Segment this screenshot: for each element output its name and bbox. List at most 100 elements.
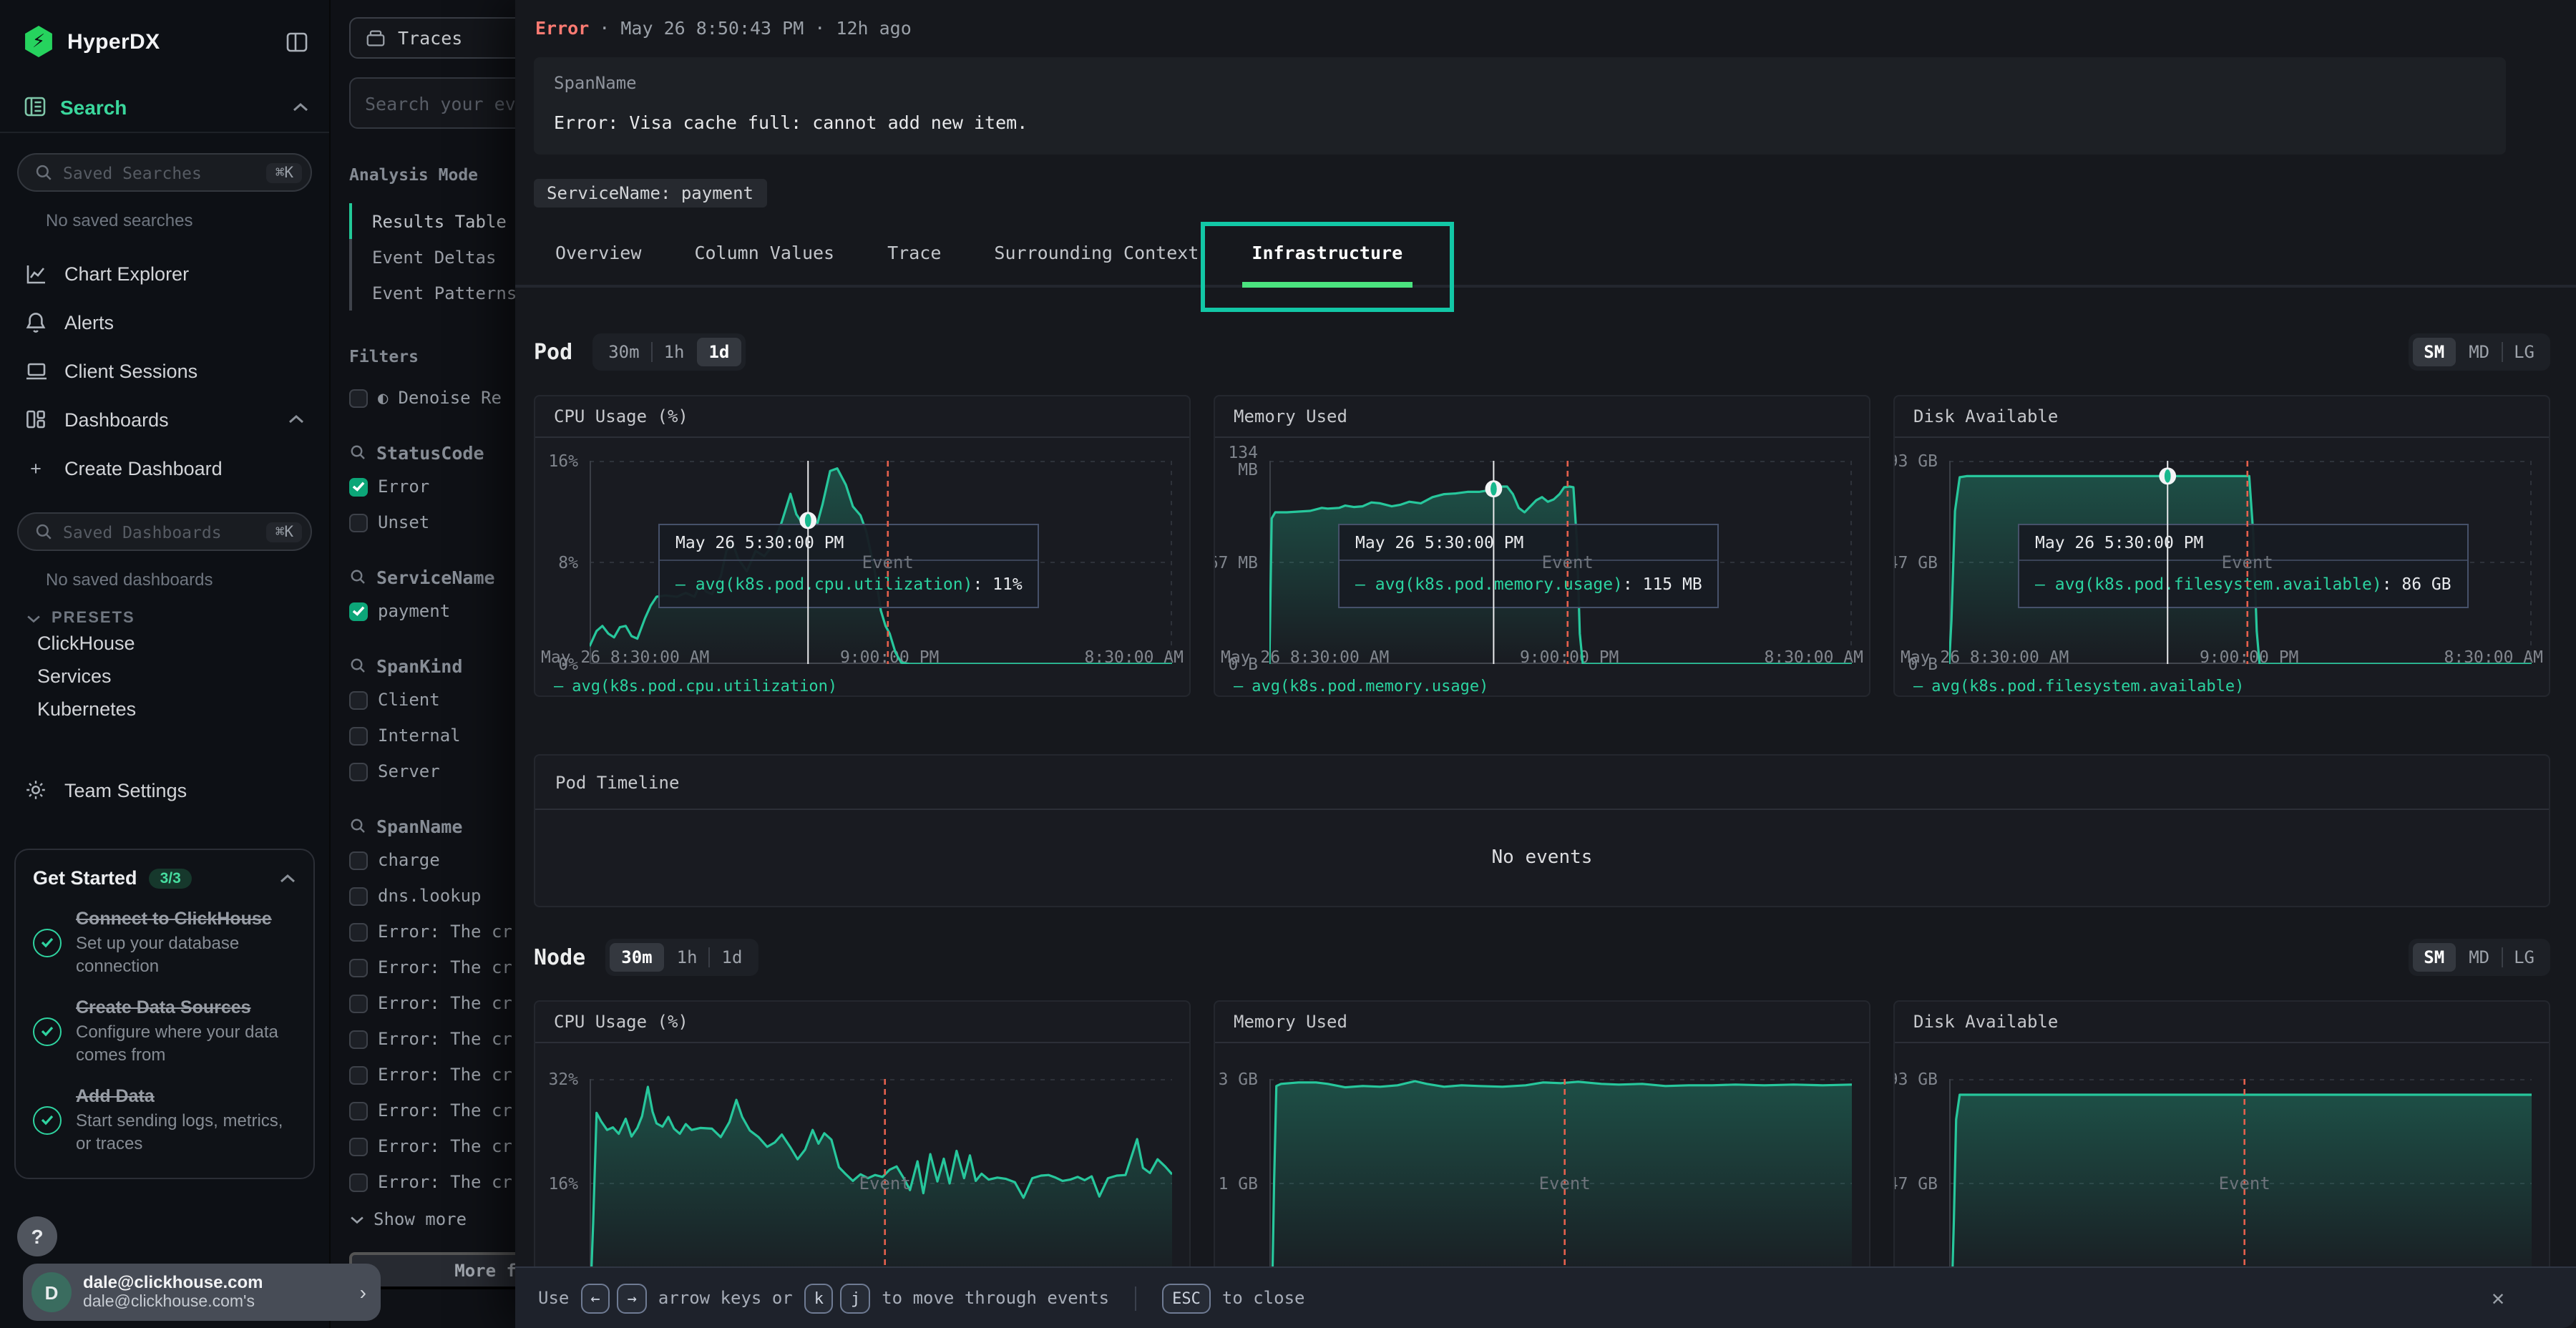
- chart-line-icon: [23, 261, 49, 285]
- checkbox-unchecked: [349, 690, 368, 709]
- legend-series-name: avg(k8s.pod.cpu.utilization): [572, 677, 837, 695]
- chart-plot-area[interactable]: Event: [1949, 1079, 2532, 1288]
- service-name-tag[interactable]: ServiceName: payment: [534, 179, 766, 208]
- tooltip-series-name: avg(k8s.pod.memory.usage): [1375, 574, 1623, 594]
- chart-title: CPU Usage (%): [535, 396, 1189, 438]
- y-tick-label: 1 GB: [1219, 1175, 1258, 1192]
- tab-column-values[interactable]: Column Values: [694, 220, 834, 285]
- legend-series-name: avg(k8s.pod.memory.usage): [1252, 677, 1488, 695]
- chart-plot-area[interactable]: May 26 5:30:00 PM— avg(k8s.pod.filesyste…: [1949, 461, 2532, 664]
- chart-card-pod-cpu: CPU Usage (%)16%8%0%May 26 5:30:00 PM— a…: [534, 395, 1191, 697]
- checkbox-unchecked: [349, 1137, 368, 1156]
- letter-keycap: j: [841, 1283, 870, 1313]
- check-circle-icon: [33, 1105, 62, 1134]
- presets-toggle[interactable]: PRESETS: [26, 610, 329, 627]
- sidebar-item-alerts[interactable]: Alerts: [0, 298, 329, 346]
- filter-option-label: Error: [378, 477, 429, 497]
- help-button[interactable]: ?: [17, 1216, 57, 1256]
- y-axis-labels: 3 GB1 GB: [1215, 1079, 1265, 1288]
- node-range-option-1h[interactable]: 1h: [665, 943, 709, 972]
- filter-option-label: Client: [378, 690, 440, 710]
- filter-option-label: Error: The cr: [378, 1100, 512, 1120]
- get-started-item-title: Create Data Sources: [76, 996, 296, 1019]
- filter-group-name: SpanName: [376, 815, 462, 836]
- get-started-header[interactable]: Get Started 3/3: [33, 867, 296, 889]
- sidebar-item-label: Dashboards: [64, 409, 169, 430]
- y-tick-label: 93 GB: [1893, 1070, 1938, 1088]
- close-icon[interactable]: ✕: [2492, 1285, 2504, 1311]
- pod-range-option-1d[interactable]: 1d: [697, 338, 741, 366]
- collapse-sidebar-icon[interactable]: [285, 29, 309, 54]
- preset-dashboard-clickhouse[interactable]: ClickHouse: [0, 627, 329, 660]
- saved-dashboards-input[interactable]: Saved Dashboards ⌘K: [17, 512, 312, 551]
- check-circle-icon: [33, 928, 62, 957]
- chart-legend: — avg(k8s.pod.cpu.utilization): [535, 667, 1189, 695]
- kbd-shortcut-badge: ⌘K: [267, 162, 302, 182]
- y-axis-labels: 16%8%0%: [535, 461, 585, 664]
- span-field-label: SpanName: [554, 73, 2486, 93]
- chart-plot-area[interactable]: May 26 5:30:00 PM— avg(k8s.pod.memory.us…: [1269, 461, 1852, 664]
- chart-legend: —avg(k8s.pod.filesystem.available): [1895, 667, 2549, 695]
- pod-size-option-lg[interactable]: LG: [2502, 338, 2546, 366]
- node-size-option-sm[interactable]: SM: [2412, 943, 2456, 972]
- sidebar-item-dashboards[interactable]: Dashboards: [0, 395, 329, 444]
- pod-size-option-md[interactable]: MD: [2457, 338, 2501, 366]
- y-tick-label: 32%: [548, 1070, 578, 1088]
- create-dashboard-button[interactable]: + Create Dashboard: [0, 444, 329, 492]
- search-icon: [34, 522, 53, 541]
- pod-range-option-1h[interactable]: 1h: [653, 338, 696, 366]
- checkbox-checked: [349, 602, 368, 620]
- chevron-down-icon: [349, 1214, 365, 1224]
- tab-surrounding-context[interactable]: Surrounding Context: [994, 220, 1199, 285]
- get-started-items: Connect to ClickHouseSet up your databas…: [33, 907, 296, 1155]
- node-size-option-lg[interactable]: LG: [2502, 943, 2546, 972]
- get-started-card: Get Started 3/3 Connect to ClickHouseSet…: [14, 849, 315, 1179]
- span-error-message: Error: Visa cache full: cannot add new i…: [554, 112, 2486, 133]
- checkbox-unchecked: [349, 1173, 368, 1191]
- saved-searches-input[interactable]: Saved Searches ⌘K: [17, 153, 312, 192]
- chart-plot-area[interactable]: Event: [590, 1079, 1172, 1288]
- get-started-item[interactable]: Connect to ClickHouseSet up your databas…: [33, 907, 296, 977]
- preset-dashboard-services[interactable]: Services: [0, 660, 329, 693]
- pod-range-option-30m[interactable]: 30m: [597, 338, 650, 366]
- saved-dashboards-placeholder: Saved Dashboards: [63, 522, 222, 542]
- get-started-item-desc: Start sending logs, metrics, or traces: [76, 1109, 296, 1155]
- sidebar-item-search[interactable]: Search: [23, 94, 309, 132]
- node-range-segmented-control: 30m1h1d: [605, 939, 758, 976]
- search-icon: [349, 657, 366, 674]
- node-range-option-1d[interactable]: 1d: [711, 943, 754, 972]
- get-started-item-title: Connect to ClickHouse: [76, 907, 296, 930]
- hint-text: arrow keys or: [658, 1288, 793, 1308]
- event-marker-label: Event: [1539, 1173, 1591, 1193]
- chart-plot-area[interactable]: May 26 5:30:00 PM— avg(k8s.pod.cpu.utili…: [590, 461, 1172, 664]
- tab-trace[interactable]: Trace: [887, 220, 941, 285]
- node-range-option-30m[interactable]: 30m: [610, 943, 663, 972]
- check-circle-icon: [33, 1017, 62, 1045]
- event-search-placeholder: Search your ev: [365, 92, 516, 114]
- traces-source-icon: [365, 27, 386, 49]
- filter-option-label: Error: The cr: [378, 1172, 512, 1192]
- get-started-item[interactable]: Create Data SourcesConfigure where your …: [33, 996, 296, 1066]
- tab-overview[interactable]: Overview: [555, 220, 641, 285]
- chevron-down-icon: [26, 613, 42, 623]
- sidebar-header: ⚡ HyperDX: [0, 0, 329, 57]
- presets-label: PRESETS: [52, 610, 135, 627]
- tooltip-series-name: avg(k8s.pod.cpu.utilization): [696, 574, 973, 594]
- tooltip-timestamp: May 26 5:30:00 PM: [660, 525, 1038, 561]
- user-email: dale@clickhouse.com: [83, 1272, 263, 1292]
- sidebar-item-team-settings[interactable]: Team Settings: [0, 766, 329, 814]
- preset-dashboard-kubernetes[interactable]: Kubernetes: [0, 693, 329, 726]
- get-started-item[interactable]: Add DataStart sending logs, metrics, or …: [33, 1085, 296, 1155]
- chart-title: Disk Available: [1895, 1002, 2549, 1043]
- sidebar-item-chart-explorer[interactable]: Chart Explorer: [0, 249, 329, 298]
- filter-option-label: Error: The cr: [378, 957, 512, 977]
- sidebar-item-client-sessions[interactable]: Client Sessions: [0, 346, 329, 395]
- node-size-option-md[interactable]: MD: [2457, 943, 2501, 972]
- user-account-bar[interactable]: D dale@clickhouse.com dale@clickhouse.co…: [23, 1264, 381, 1321]
- tab-infrastructure[interactable]: Infrastructure: [1252, 220, 1402, 285]
- legend-dash: —: [554, 677, 563, 695]
- user-sub-text: dale@clickhouse.com's: [83, 1292, 263, 1312]
- pod-size-option-sm[interactable]: SM: [2412, 338, 2456, 366]
- no-saved-searches-text: No saved searches: [46, 210, 329, 230]
- chart-plot-area[interactable]: Event: [1269, 1079, 1852, 1288]
